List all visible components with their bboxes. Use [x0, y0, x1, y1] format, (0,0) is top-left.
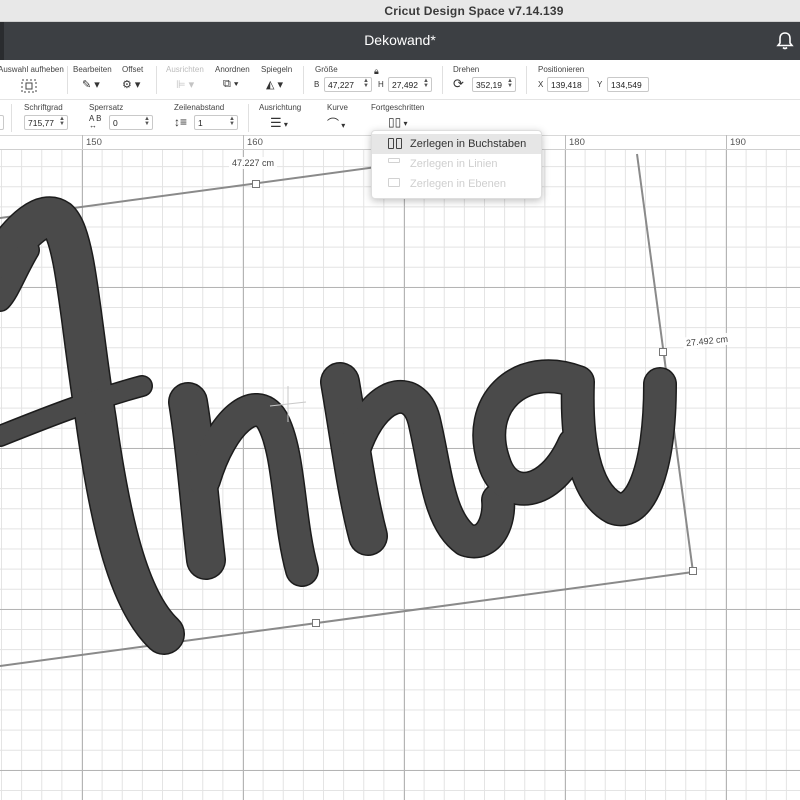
y-label: Y [597, 80, 603, 89]
window-titlebar: Cricut Design Space v7.14.139 [0, 0, 800, 22]
window-title: Cricut Design Space v7.14.139 [384, 3, 564, 18]
letter-space-icon: A B ↔ [89, 114, 102, 130]
ruler-tick [726, 135, 727, 149]
height-label: H [378, 80, 384, 89]
flip-icon[interactable]: ◭ ▾ [266, 78, 283, 91]
toolbar-separator [156, 66, 157, 94]
ruler-tick [243, 135, 244, 149]
layers-icon [388, 178, 404, 190]
toolbar-separator [526, 66, 527, 94]
menu-item-ungroup-layers[interactable]: Zerlegen in Ebenen [372, 174, 541, 194]
resize-handle-right[interactable] [659, 348, 667, 356]
selection-layer [0, 153, 694, 667]
font-field-edge[interactable] [0, 115, 4, 130]
arrange-icon[interactable]: ⧉ ▾ [223, 78, 239, 91]
pencil-icon[interactable]: ✎ ▾ [82, 78, 100, 91]
advanced-dropdown-button[interactable]: ▯▯ ▾ [388, 115, 407, 129]
advanced-label: Fortgeschritten [371, 103, 425, 112]
line-space-label: Zeilenabstand [174, 103, 225, 112]
letters-icon [388, 138, 404, 150]
edit-toolbar: Auswahl aufheben Bearbeiten ✎ ▾ Offset ⚙… [0, 60, 800, 100]
resize-handle-corner[interactable] [689, 567, 697, 575]
letter-space-field[interactable]: 0 ▲ ▼ [109, 115, 153, 130]
anna-text[interactable] [0, 197, 676, 654]
x-position-field[interactable]: 139,418 [547, 77, 589, 92]
ruler-label: 190 [730, 137, 746, 148]
rotate-label: Drehen [453, 65, 480, 74]
resize-handle-bottom[interactable] [312, 619, 320, 627]
bounding-box-bottom-edge [0, 571, 694, 667]
ruler-tick [565, 135, 566, 149]
rotate-icon[interactable]: ⟳ [453, 76, 464, 92]
lines-icon [388, 158, 404, 170]
ruler-tick [82, 135, 83, 149]
align-label: Ausrichten [166, 65, 204, 74]
resize-handle-top[interactable] [252, 180, 260, 188]
line-space-icon: ↕≡ [174, 115, 188, 129]
curve-icon[interactable]: ⌒ ▾ [327, 115, 345, 132]
ruler-label: 160 [247, 137, 263, 148]
font-size-label: Schriftgrad [24, 103, 63, 112]
x-label: X [538, 80, 544, 89]
menu-item-ungroup-letters[interactable]: Zerlegen in Buchstaben [372, 134, 541, 154]
ruler-label: 150 [86, 137, 102, 148]
edit-label: Bearbeiten [73, 65, 112, 74]
y-position-field[interactable]: 134,549 [607, 77, 649, 92]
alignment-label: Ausrichtung [259, 103, 302, 112]
flip-label: Spiegeln [261, 65, 293, 74]
design-canvas[interactable]: 47.227 cm 27.492 cm [0, 150, 800, 800]
app-header: Dekowand* [0, 22, 800, 60]
toolbar-separator [303, 66, 304, 94]
ruler-label: 180 [569, 137, 585, 148]
toolbar-separator [248, 104, 249, 132]
offset-icon[interactable]: ⚙ ▾ [122, 78, 140, 91]
font-size-field[interactable]: 715,77 ▲ ▼ [24, 115, 68, 130]
deselect-label: Auswahl aufheben [0, 65, 64, 74]
rotate-field[interactable]: 352,19 ▲ ▼ [472, 77, 516, 92]
width-label: B [314, 80, 320, 89]
letter-space-label: Sperrsatz [89, 103, 124, 112]
text-align-icon[interactable]: ☰ ▾ [270, 115, 288, 131]
bell-icon[interactable] [776, 31, 794, 51]
deselect-icon[interactable] [21, 79, 37, 93]
toolbar-separator [67, 66, 68, 94]
arrange-label: Anordnen [215, 65, 250, 74]
lock-icon[interactable]: 🔒︎ [374, 66, 379, 77]
toolbar-separator [11, 104, 12, 132]
line-space-field[interactable]: 1 ▲ ▼ [194, 115, 238, 130]
offset-label: Offset [122, 65, 144, 74]
position-label: Positionieren [538, 65, 585, 74]
height-field[interactable]: 27,492 ▲ ▼ [388, 77, 432, 92]
size-label: Größe [315, 65, 338, 74]
width-field[interactable]: 47,227 ▲ ▼ [324, 77, 372, 92]
menu-item-ungroup-lines[interactable]: Zerlegen in Linien [372, 154, 541, 174]
advanced-menu: Zerlegen in Buchstaben Zerlegen in Linie… [371, 130, 542, 199]
align-icon[interactable]: ⊫ ▾ [176, 78, 194, 91]
toolbar-separator [442, 66, 443, 94]
curve-label: Kurve [327, 103, 348, 112]
document-title[interactable]: Dekowand* [0, 32, 800, 48]
width-dimension-label: 47.227 cm [229, 157, 278, 169]
